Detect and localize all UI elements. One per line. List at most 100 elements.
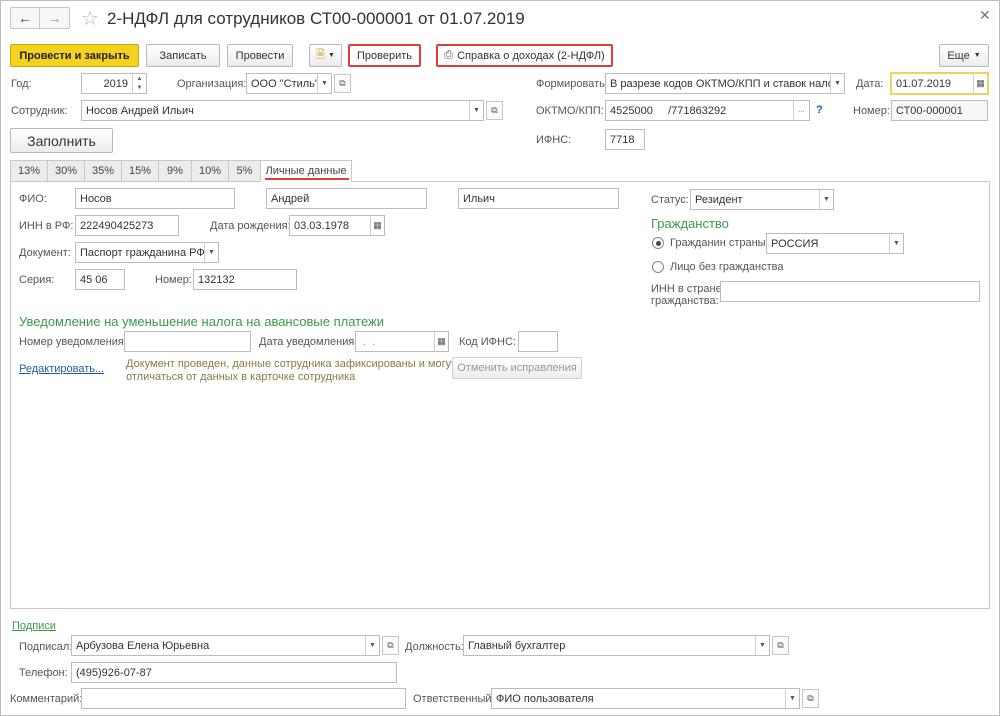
chevron-down-icon[interactable]: ▼ [317,74,331,93]
first-name-input[interactable]: Андрей [266,188,427,209]
series-label: Серия: [19,274,55,286]
check-button[interactable]: Проверить [348,44,421,67]
foreign-inn-input[interactable] [720,281,980,302]
open-icon[interactable]: ⧉ [486,101,503,120]
document-select[interactable]: Паспорт гражданина РФ ▼ [75,242,219,263]
form-value: В разрезе кодов ОКТМО/КПП и ставок налог… [610,77,830,90]
income-ref-button[interactable]: ⎙ Справка о доходах (2-НДФЛ) [436,44,613,67]
citizen-country-value: РОССИЯ [771,237,819,250]
year-stepper[interactable]: 2019 ▲ ▼ [81,73,147,94]
comment-input[interactable] [81,688,406,709]
printer-icon: ⎙ [444,49,454,61]
birth-date-input[interactable]: 03.03.1978 ▦ [289,215,385,236]
favorite-star-icon[interactable]: ☆ [81,6,99,31]
help-icon[interactable]: ? [816,104,823,116]
chevron-down-icon[interactable]: ▼ [469,101,483,120]
position-label: Должность: [405,641,464,653]
position-select[interactable]: Главный бухгалтер ▼ [463,635,770,656]
document-window: ← → ☆ 2-НДФЛ для сотрудников СТ00-000001… [0,0,1000,716]
phone-input[interactable]: (495)926-07-87 [71,662,397,683]
inn-label: ИНН в РФ: [19,220,74,232]
chevron-down-icon[interactable]: ▼ [755,636,769,655]
signed-value: Арбузова Елена Юрьевна [76,639,210,652]
calendar-icon[interactable]: ▦ [973,74,987,93]
create-based-on-button[interactable]: 🗎 ▼ [309,44,342,67]
signatures-link[interactable]: Подписи [12,620,56,632]
citizen-radio[interactable] [652,237,664,249]
forward-arrow-icon[interactable]: → [40,8,69,28]
tab-10[interactable]: 10% [191,160,229,182]
tab-15[interactable]: 15% [121,160,159,182]
signed-select[interactable]: Арбузова Елена Юрьевна ▼ [71,635,380,656]
tab-5[interactable]: 5% [228,160,261,182]
inn-value: 222490425273 [80,219,154,232]
employee-select[interactable]: Носов Андрей Ильич ▼ [81,100,484,121]
form-label: Формировать: [536,78,608,90]
notice-date-label: Дата уведомления: [259,336,358,348]
edit-link[interactable]: Редактировать... [19,363,104,375]
tab-30[interactable]: 30% [47,160,85,182]
tab-13[interactable]: 13% [10,160,48,182]
ellipsis-icon[interactable]: ... [793,101,809,120]
ifns-code-input[interactable] [518,331,558,352]
middle-name-input[interactable]: Ильич [458,188,619,209]
citizen-country-select[interactable]: РОССИЯ ▼ [766,233,904,254]
cancel-corrections-button[interactable]: Отменить исправления [452,357,582,379]
stepper-arrows[interactable]: ▲ ▼ [132,74,146,93]
employee-value: Носов Андрей Ильич [86,104,194,117]
chevron-down-icon[interactable]: ▼ [830,74,844,93]
stateless-radio[interactable] [652,261,664,273]
docnum-value: 132132 [198,273,235,286]
open-icon[interactable]: ⧉ [334,74,351,93]
chevron-down-icon[interactable]: ▼ [819,190,833,209]
org-label: Организация: [177,78,247,90]
date-input[interactable]: 01.07.2019 ▦ [890,72,989,95]
notice-date-input[interactable]: . . ▦ [355,331,449,352]
year-label: Год: [11,78,32,90]
ifns-input[interactable]: 7718 [605,129,645,150]
doc-label: Документ: [19,247,71,259]
chevron-down-icon[interactable]: ▼ [365,636,379,655]
last-name-input[interactable]: Носов [75,188,235,209]
chevron-down-icon[interactable]: ▼ [204,243,218,262]
notice-num-input[interactable] [124,331,251,352]
fill-button[interactable]: Заполнить [10,128,113,153]
save-button[interactable]: Записать [146,44,220,67]
calendar-icon[interactable]: ▦ [434,332,448,351]
tab-35[interactable]: 35% [84,160,122,182]
tab-9[interactable]: 9% [158,160,192,182]
income-ref-label: Справка о доходах (2-НДФЛ) [457,49,605,62]
form-select[interactable]: В разрезе кодов ОКТМО/КПП и ставок налог… [605,73,845,94]
ifns-value: 7718 [610,133,635,146]
inn-input[interactable]: 222490425273 [75,215,179,236]
responsible-value: ФИО пользователя [496,692,594,705]
org-select[interactable]: ООО "Стиль" ▼ [246,73,332,94]
chevron-down-icon[interactable]: ▼ [785,689,799,708]
post-and-close-button[interactable]: Провести и закрыть [10,44,139,67]
calendar-icon[interactable]: ▦ [370,216,384,235]
open-icon[interactable]: ⧉ [382,636,399,655]
post-button[interactable]: Провести [227,44,293,67]
close-icon[interactable]: ✕ [979,7,991,24]
chevron-down-icon[interactable]: ▼ [889,234,903,253]
docnum-input[interactable]: 132132 [193,269,297,290]
more-button[interactable]: Еще ▼ [939,44,989,67]
radio-dot [655,240,661,246]
citizenship-title: Гражданство [651,216,729,231]
status-select[interactable]: Резидент ▼ [690,189,834,210]
series-input[interactable]: 45 06 [75,269,125,290]
responsible-select[interactable]: ФИО пользователя ▼ [491,688,800,709]
status-label: Статус: [651,194,689,206]
date-value: 01.07.2019 [896,77,952,90]
oktmo-input[interactable]: 4525000 /771863292 ... [605,100,810,121]
back-arrow-icon[interactable]: ← [11,8,41,28]
phone-value: (495)926-07-87 [76,666,152,679]
position-value: Главный бухгалтер [468,639,566,652]
comment-label: Комментарий: [10,693,83,705]
active-tab-underline [265,178,349,180]
phone-label: Телефон: [19,667,68,679]
number-input[interactable]: СТ00-000001 [891,100,988,121]
open-icon[interactable]: ⧉ [772,636,789,655]
open-icon[interactable]: ⧉ [802,689,819,708]
series-value: 45 06 [80,273,108,286]
